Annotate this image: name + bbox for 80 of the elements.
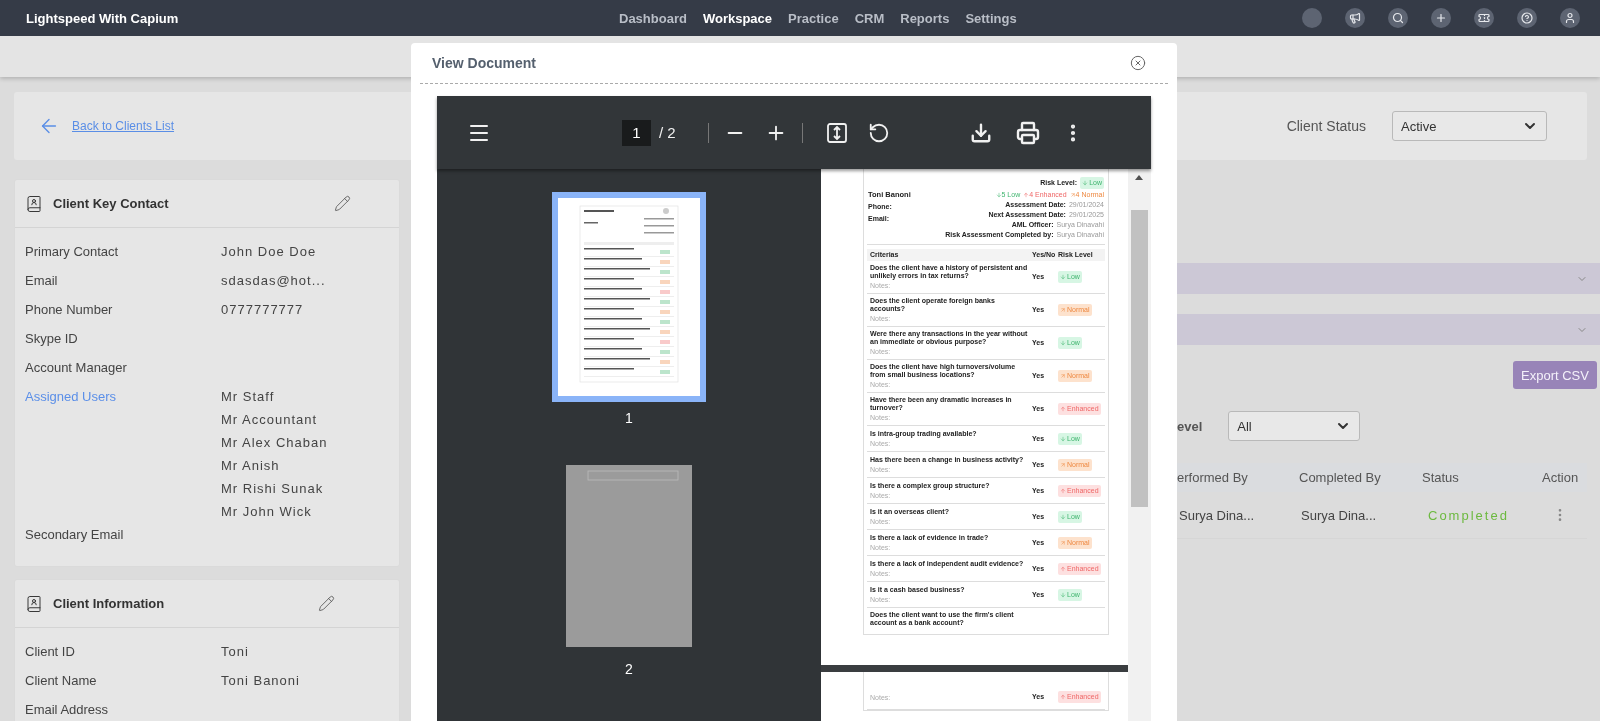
nav-link[interactable]: Reports	[900, 10, 950, 26]
rotate-icon[interactable]	[867, 121, 890, 144]
nav-link[interactable]: Practice	[788, 10, 839, 26]
fit-page-icon[interactable]	[825, 121, 848, 144]
nav-link[interactable]: Dashboard	[619, 10, 687, 26]
field-label: Account Manager	[25, 359, 128, 375]
arrow-icon	[1069, 192, 1076, 198]
field-value: Mr Staff	[221, 388, 276, 406]
app-logo: Lightspeed With Capium	[26, 10, 180, 26]
arrow-icon	[1060, 539, 1066, 546]
export-csv-button[interactable]: Export CSV	[1513, 361, 1597, 389]
ticket-icon[interactable]	[1474, 8, 1494, 28]
download-icon[interactable]	[969, 121, 992, 144]
field-label: Client ID	[25, 643, 76, 659]
arrow-icon	[1060, 591, 1066, 598]
field-value: sdasdas@hot...	[221, 272, 327, 290]
field-value: Toni Banoni	[221, 672, 301, 690]
contact-book-icon	[25, 194, 43, 213]
field-value: Toni	[221, 643, 250, 661]
field-label: Secondary Email	[25, 526, 125, 542]
arrow-icon	[995, 192, 1002, 198]
card-title: Client Information	[53, 596, 165, 611]
close-icon[interactable]	[1130, 55, 1146, 71]
arrow-icon	[1060, 340, 1066, 346]
field-value: John Doe Doe	[221, 243, 318, 261]
field-value: Mr Alex Chaban	[221, 434, 329, 452]
help-icon[interactable]	[1517, 8, 1537, 28]
table-cell-text: Surya Dina...	[1301, 507, 1378, 523]
page-total: / 2	[659, 124, 676, 141]
column-header: Status	[1422, 470, 1460, 485]
field-label: Client Name	[25, 672, 98, 688]
megaphone-icon[interactable]	[1345, 8, 1365, 28]
field-value: Mr Rishi Sunak	[221, 480, 325, 498]
nav-link[interactable]: CRM	[854, 10, 885, 26]
edit-icon[interactable]	[334, 195, 351, 212]
arrow-icon	[1060, 406, 1066, 412]
thumbnail-label: 2	[625, 661, 633, 677]
field-value: Mr Accountant	[221, 411, 319, 429]
client-status-select[interactable]: Active	[1392, 111, 1547, 141]
user-icon[interactable]	[1560, 8, 1580, 28]
arrow-icon	[1060, 307, 1066, 313]
arrow-icon	[1060, 373, 1066, 379]
table-cell-text: Surya Dina...	[1179, 507, 1256, 523]
scrollbar-thumb[interactable]	[1131, 210, 1148, 507]
edit-icon[interactable]	[318, 595, 335, 612]
arrow-icon	[1060, 513, 1066, 520]
field-value: Mr Anish	[221, 457, 281, 475]
arrow-icon	[1060, 487, 1066, 494]
arrow-icon	[1060, 435, 1066, 442]
arrow-icon	[1060, 565, 1066, 572]
nav-link[interactable]: Settings	[965, 10, 1017, 26]
arrow-icon	[1060, 693, 1066, 700]
filter-label: evel	[1177, 418, 1203, 434]
field-label: Skype ID	[25, 330, 79, 346]
print-icon[interactable]	[1015, 120, 1040, 145]
card-title: Client Key Contact	[53, 196, 169, 211]
field-label: Phone Number	[25, 301, 114, 317]
search-icon[interactable]	[1388, 8, 1408, 28]
column-header: erformed By	[1177, 470, 1249, 485]
status-text: Completed	[1427, 507, 1510, 523]
column-header: Action	[1542, 470, 1580, 485]
client-status-label: Client Status	[1286, 118, 1366, 134]
field-value: Mr John Wick	[221, 503, 313, 521]
arrow-icon	[1060, 274, 1066, 280]
column-header: Completed By	[1299, 470, 1382, 485]
contact-book-icon	[25, 594, 43, 613]
arrow-icon	[1023, 192, 1030, 198]
page-number-field[interactable]: 1	[622, 119, 651, 146]
field-label: Primary Contact	[25, 243, 120, 259]
arrow-icon	[1060, 461, 1066, 468]
nav-link[interactable]: Workspace	[702, 10, 773, 26]
risk-level-select[interactable]: All	[1228, 411, 1361, 441]
thumbnail-label: 1	[625, 410, 633, 426]
arrow-icon	[1082, 180, 1089, 186]
field-label: Email	[25, 272, 59, 288]
field-value: 0777777777	[221, 301, 305, 319]
field-label: Email Address	[25, 701, 110, 717]
add-icon[interactable]	[1431, 8, 1451, 28]
modal-title: View Document	[432, 55, 536, 71]
scrollbar[interactable]	[1128, 169, 1151, 721]
